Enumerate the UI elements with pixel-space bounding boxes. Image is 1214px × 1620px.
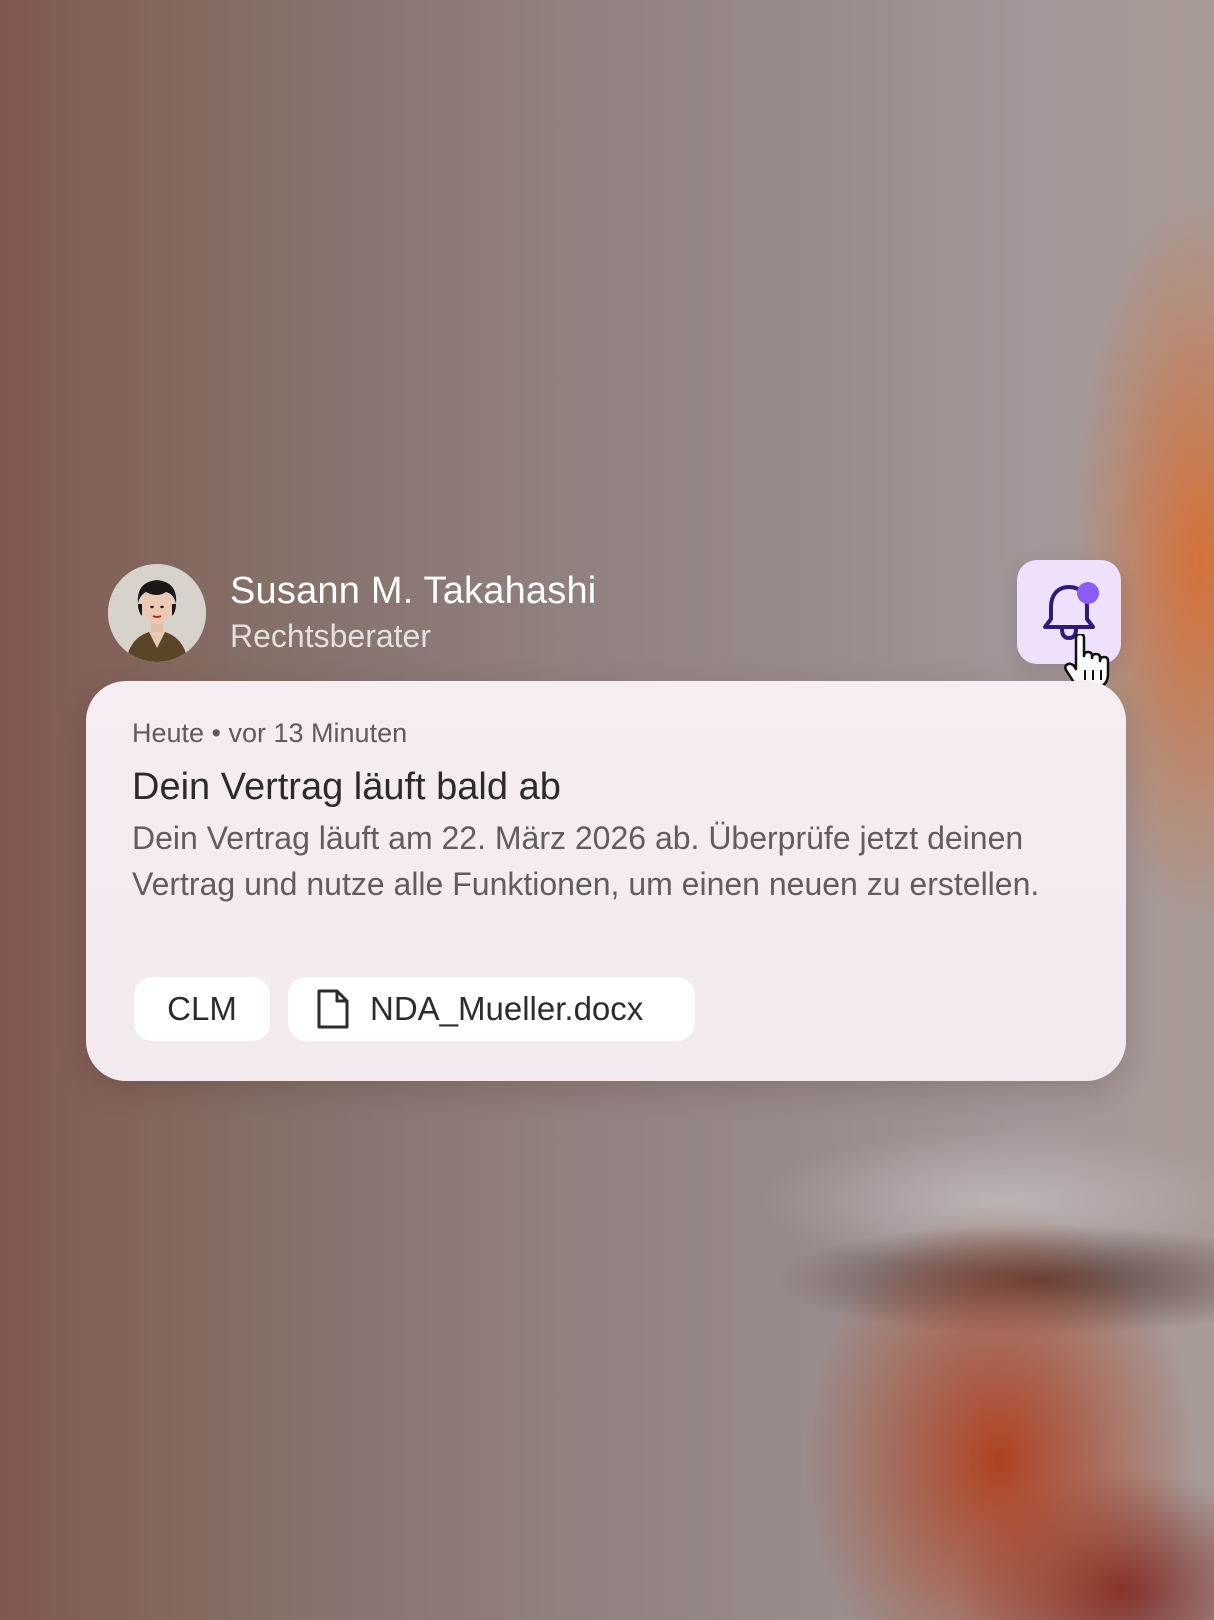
notification-timestamp: Heute • vor 13 Minuten xyxy=(132,718,408,748)
notification-card[interactable]: Heute • vor 13 Minuten Dein Vertrag läuf… xyxy=(86,681,1126,1081)
notification-title: Dein Vertrag läuft bald ab xyxy=(132,766,561,808)
file-icon xyxy=(316,988,350,1030)
tag-chip-label: CLM xyxy=(167,990,237,1027)
attachment-chip[interactable]: NDA_Mueller.docx xyxy=(288,977,695,1041)
avatar[interactable] xyxy=(108,564,206,662)
notification-dot-icon xyxy=(1077,582,1099,604)
tag-chip-clm[interactable]: CLM xyxy=(134,977,270,1041)
user-role: Rechtsberater xyxy=(230,618,431,654)
user-name: Susann M. Takahashi xyxy=(230,570,597,612)
user-header: Susann M. Takahashi Rechtsberater xyxy=(108,564,596,662)
attachment-filename: NDA_Mueller.docx xyxy=(370,990,644,1027)
notification-chips: CLM NDA_Mueller.docx xyxy=(134,977,695,1041)
notification-body: Dein Vertrag läuft am 22. März 2026 ab. … xyxy=(132,820,1040,902)
avatar-image xyxy=(108,564,206,662)
